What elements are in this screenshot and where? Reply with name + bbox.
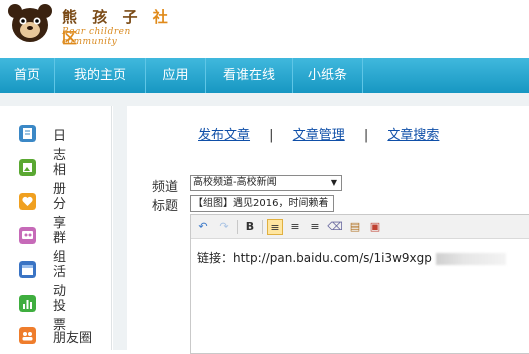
bear-logo-icon xyxy=(8,4,52,42)
tab-separator: | xyxy=(363,128,369,143)
editor-content-text: 链接：http://pan.baidu.com/s/1i3w9xgp xyxy=(197,251,432,265)
title-input[interactable]: 【组图】遇见2016，时间赖着 xyxy=(190,195,334,212)
nav-home[interactable]: 首页 xyxy=(0,58,55,93)
tab-publish-article[interactable]: 发布文章 xyxy=(198,128,250,143)
eraser-icon[interactable]: ⌫ xyxy=(327,219,343,235)
sidebar-item-album[interactable]: 相册 xyxy=(0,152,112,197)
editor-toolbar: ↶ ↷ B ≡ ≡ ≡ ⌫ ▤ ▣ xyxy=(191,215,529,239)
nav-my-home[interactable]: 我的主页 xyxy=(55,58,146,93)
sidebar-item-vote[interactable]: 投票 xyxy=(0,288,112,333)
diary-icon xyxy=(19,125,36,142)
channel-select[interactable]: 高校频道-高校新闻 ▼ xyxy=(190,175,342,191)
align-center-icon[interactable]: ≡ xyxy=(287,219,303,235)
logo-tagline: Bear children community xyxy=(62,27,131,47)
rich-text-editor: ↶ ↷ B ≡ ≡ ≡ ⌫ ▤ ▣ 链接：http://pan.baidu.co… xyxy=(190,214,529,354)
header: 熊 孩 子 社 区 Bear children community xyxy=(0,0,529,58)
nav-who-online[interactable]: 看谁在线 xyxy=(206,58,293,93)
sidebar-item-share[interactable]: 分享 xyxy=(0,186,112,231)
channel-selected-value: 高校频道-高校新闻 xyxy=(193,177,277,188)
vote-icon xyxy=(19,295,36,312)
share-icon xyxy=(19,193,36,210)
title-label: 标题 xyxy=(152,199,179,214)
toolbar-divider xyxy=(237,220,238,234)
blurred-redaction xyxy=(435,252,506,265)
channel-label: 频道 xyxy=(152,180,179,195)
sidebar-item-friends[interactable]: 朋友圈 xyxy=(0,320,112,352)
friends-icon xyxy=(19,327,36,344)
group-icon xyxy=(19,227,36,244)
align-right-icon[interactable]: ≡ xyxy=(307,219,323,235)
editor-content[interactable]: 链接：http://pan.baidu.com/s/1i3w9xgp xyxy=(197,249,506,266)
tab-article-search[interactable]: 文章搜索 xyxy=(387,128,439,143)
sidebar-item-diary[interactable]: 日志 xyxy=(0,118,112,163)
site-logo[interactable]: 熊 孩 子 社 区 Bear children community xyxy=(5,2,185,47)
calendar-icon xyxy=(19,261,36,278)
paste-icon[interactable]: ▤ xyxy=(347,219,363,235)
tab-article-manage[interactable]: 文章管理 xyxy=(293,128,345,143)
nav-apps[interactable]: 应用 xyxy=(146,58,206,93)
bold-icon[interactable]: B xyxy=(242,219,258,235)
logo-name-part1: 熊 孩 子 xyxy=(62,8,143,26)
redo-icon[interactable]: ↷ xyxy=(216,219,232,235)
nav-notes[interactable]: 小纸条 xyxy=(293,58,363,93)
dropdown-arrow-icon: ▼ xyxy=(330,178,337,187)
toolbar-divider xyxy=(262,220,263,234)
sidebar: 日志 相册 分享 群组 活动 投票 朋友圈 xyxy=(0,106,112,350)
album-icon xyxy=(19,159,36,176)
main-nav: 首页 我的主页 应用 看谁在线 小纸条 xyxy=(0,58,529,93)
undo-icon[interactable]: ↶ xyxy=(195,219,211,235)
image-icon[interactable]: ▣ xyxy=(367,219,383,235)
column-gap xyxy=(113,106,127,350)
main-panel: 发布文章 | 文章管理 | 文章搜索 频道 高校频道-高校新闻 ▼ 标题 【组图… xyxy=(127,106,529,354)
content-top-spacer xyxy=(0,93,529,106)
tab-separator: | xyxy=(269,128,274,143)
sidebar-item-events[interactable]: 活动 xyxy=(0,254,112,299)
sidebar-item-label: 朋友圈 xyxy=(53,331,93,346)
sidebar-item-groups[interactable]: 群组 xyxy=(0,220,112,265)
align-left-icon[interactable]: ≡ xyxy=(267,219,283,235)
article-tabs: 发布文章 | 文章管理 | 文章搜索 xyxy=(198,124,439,143)
